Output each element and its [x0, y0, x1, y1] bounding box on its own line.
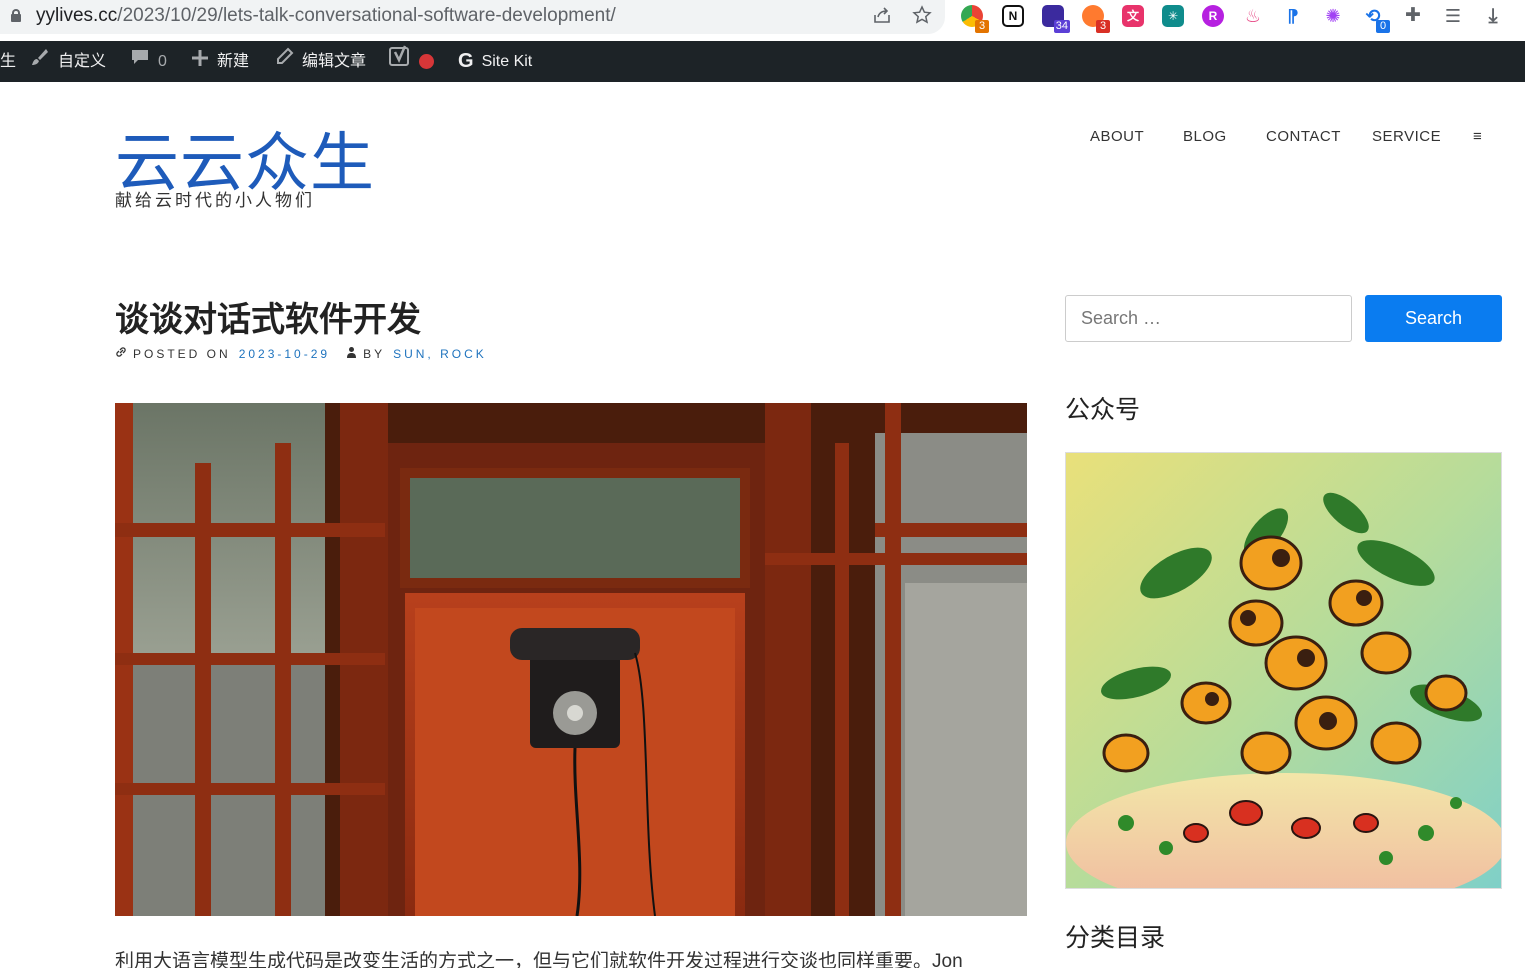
pencil-icon: [274, 41, 294, 82]
widget-title-categories: 分类目录: [1065, 923, 1166, 952]
url-text[interactable]: yylives.cc/2023/10/29/lets-talk-conversa…: [36, 5, 616, 27]
ext-teal-icon[interactable]: ✳: [1162, 5, 1184, 27]
seo-status-dot: [419, 54, 434, 69]
url-host: yylives.cc: [36, 5, 118, 26]
admin-bar-new[interactable]: 新建: [191, 41, 249, 82]
share-icon[interactable]: [872, 5, 892, 31]
ext-badge: 3: [1096, 20, 1110, 33]
nav-about[interactable]: ABOUT: [1090, 128, 1144, 145]
browser-toolbar: yylives.cc/2023/10/29/lets-talk-conversa…: [0, 0, 1525, 41]
admin-bar-customize[interactable]: 自定义: [30, 41, 106, 82]
wechat-qr-illustration: [1065, 452, 1502, 889]
link-icon: [115, 346, 127, 361]
ext-chrome-icon[interactable]: 3: [961, 5, 989, 33]
post-excerpt: 利用大语言模型生成代码是改变生活的方式之一，但与它们就软件开发过程进行交谈也同样…: [115, 951, 963, 968]
edit-post-label: 编辑文章: [302, 53, 367, 70]
paintbrush-icon: [30, 41, 50, 82]
address-bar[interactable]: yylives.cc/2023/10/29/lets-talk-conversa…: [0, 0, 945, 34]
yoast-icon: [389, 41, 411, 82]
nav-blog[interactable]: BLOG: [1183, 128, 1227, 145]
ext-badge: 34: [1053, 20, 1070, 33]
posted-on-label: POSTED ON: [133, 346, 231, 361]
widget-title-wechat: 公众号: [1065, 395, 1141, 424]
post-authors-link[interactable]: SUN, ROCK: [393, 347, 487, 361]
admin-bar-comments[interactable]: 0: [130, 41, 167, 82]
admin-bar-site-label: 生: [0, 53, 17, 70]
post-title: 谈谈对话式软件开发: [115, 300, 421, 340]
ext-badge: 0: [1376, 20, 1390, 33]
post-date-link[interactable]: 2023-10-29: [239, 347, 330, 361]
admin-bar-yoast[interactable]: [389, 41, 434, 82]
url-path: /2023/10/29/lets-talk-conversational-sof…: [117, 5, 616, 26]
post-meta: POSTED ON 2023-10-29 BY SUN, ROCK: [115, 346, 487, 361]
admin-bar-site-name[interactable]: 生: [0, 41, 16, 82]
openai-icon[interactable]: ✺: [1322, 5, 1344, 27]
comment-bubble-icon: [130, 41, 150, 82]
plus-icon: [191, 41, 209, 82]
ext-orange-icon[interactable]: 3: [1082, 5, 1110, 33]
ext-badge: 3: [975, 20, 989, 33]
google-g-icon: G: [458, 50, 474, 72]
admin-bar-edit-post[interactable]: 编辑文章: [274, 41, 366, 82]
admin-bar-site-kit[interactable]: G Site Kit: [458, 41, 532, 82]
reading-list-icon[interactable]: ☰: [1442, 5, 1464, 27]
by-label: BY: [363, 346, 386, 361]
ext-blue-icon[interactable]: ⁋: [1282, 5, 1304, 27]
ext-sync-icon[interactable]: ⟲ 0: [1362, 5, 1390, 33]
comments-count: 0: [158, 53, 167, 70]
wp-admin-bar: 生 自定义 0 新建 编辑文章 G Site Kit: [0, 41, 1525, 82]
ext-translate-icon[interactable]: 文: [1122, 5, 1144, 27]
new-label: 新建: [217, 53, 250, 70]
nav-menu-icon[interactable]: ≡: [1473, 128, 1482, 145]
bookmark-star-icon[interactable]: [912, 5, 932, 31]
nav-contact[interactable]: CONTACT: [1266, 128, 1341, 145]
author-icon: [346, 346, 357, 361]
puzzle-icon[interactable]: ✚: [1402, 5, 1424, 27]
search-input[interactable]: Search …: [1065, 295, 1352, 342]
lock-icon[interactable]: [11, 9, 21, 22]
graduation-cap-icon[interactable]: 34: [1042, 5, 1070, 33]
site-kit-label: Site Kit: [481, 53, 533, 70]
featured-image-phone-booth: [115, 403, 1027, 916]
ext-pink-icon[interactable]: ♨: [1242, 5, 1264, 27]
ext-purple-circle-icon[interactable]: R: [1202, 5, 1224, 27]
search-button[interactable]: Search: [1365, 295, 1502, 342]
site-description: 献给云时代的小人物们: [115, 191, 315, 210]
notion-icon[interactable]: N: [1002, 5, 1024, 27]
nav-service[interactable]: SERVICE: [1372, 128, 1441, 145]
download-icon[interactable]: ⤓: [1482, 5, 1504, 27]
customize-label: 自定义: [58, 53, 107, 70]
